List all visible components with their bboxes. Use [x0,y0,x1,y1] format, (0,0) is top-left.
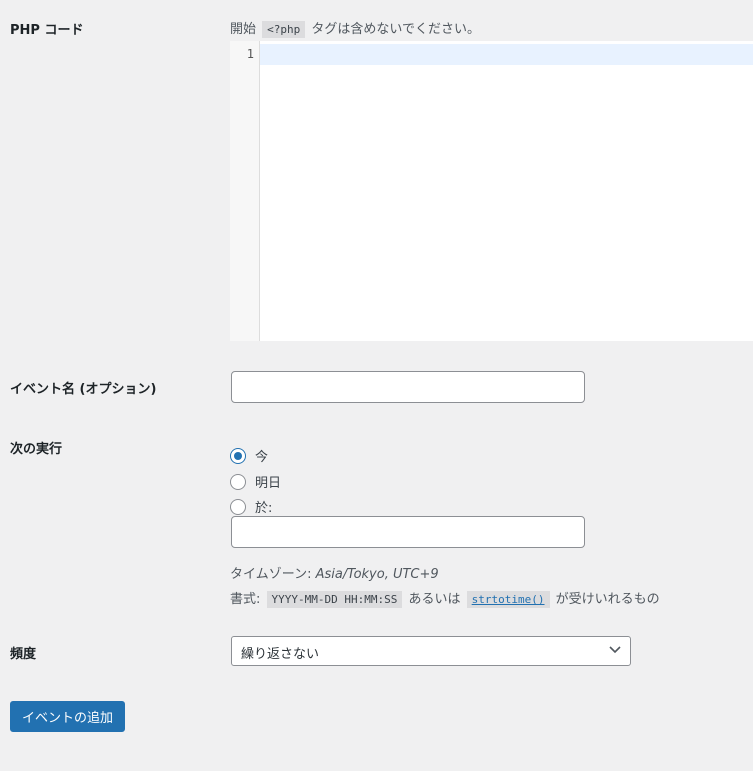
format-suffix: が受けいれるもの [555,592,660,607]
radio-at-button[interactable] [230,498,246,515]
format-or: あるいは [408,592,461,607]
datetime-input[interactable] [231,516,585,548]
radio-tomorrow[interactable]: 明日 [230,472,281,491]
add-event-button[interactable]: イベントの追加 [10,701,125,732]
editor-gutter: 1 [230,41,260,341]
radio-tomorrow-button[interactable] [230,473,246,490]
php-open-tag-code: <?php [262,21,306,38]
radio-now-label: 今 [255,450,269,465]
timezone-prefix: タイムゾーン: [230,567,316,582]
chevron-down-icon [609,646,621,654]
php-desc-before: 開始 [230,22,257,37]
radio-tomorrow-label: 明日 [255,476,282,491]
frequency-selected-value: 繰り返さない [241,647,320,662]
php-code-label: PHP コード [10,23,84,38]
timezone-description: タイムゾーン: Asia/Tokyo, UTC+9 [230,563,439,582]
next-run-label: 次の実行 [10,442,63,457]
active-line-highlight[interactable] [260,44,753,65]
event-name-label: イベント名 (オプション) [10,382,157,397]
line-number: 1 [246,47,254,61]
frequency-label: 頻度 [10,647,37,662]
radio-at-label: 於: [255,501,273,516]
format-description: 書式: YYYY-MM-DD HH:MM:SS あるいは strtotime()… [230,588,660,608]
frequency-select[interactable]: 繰り返さない [231,636,631,666]
php-desc-after: タグは含めないでください。 [311,22,481,37]
radio-now-button[interactable] [230,447,246,464]
format-code: YYYY-MM-DD HH:MM:SS [266,591,403,608]
php-code-editor[interactable]: 1 [230,41,753,341]
strtotime-code: strtotime() [466,591,550,608]
timezone-value: Asia/Tokyo, UTC+9 [315,567,439,582]
radio-now[interactable]: 今 [230,446,268,465]
strtotime-link[interactable]: strtotime() [472,593,545,606]
format-prefix: 書式: [230,592,261,607]
radio-at[interactable]: 於: [230,497,272,516]
event-name-input[interactable] [231,371,585,403]
php-code-description: 開始 <?php タグは含めないでください。 [230,18,481,38]
